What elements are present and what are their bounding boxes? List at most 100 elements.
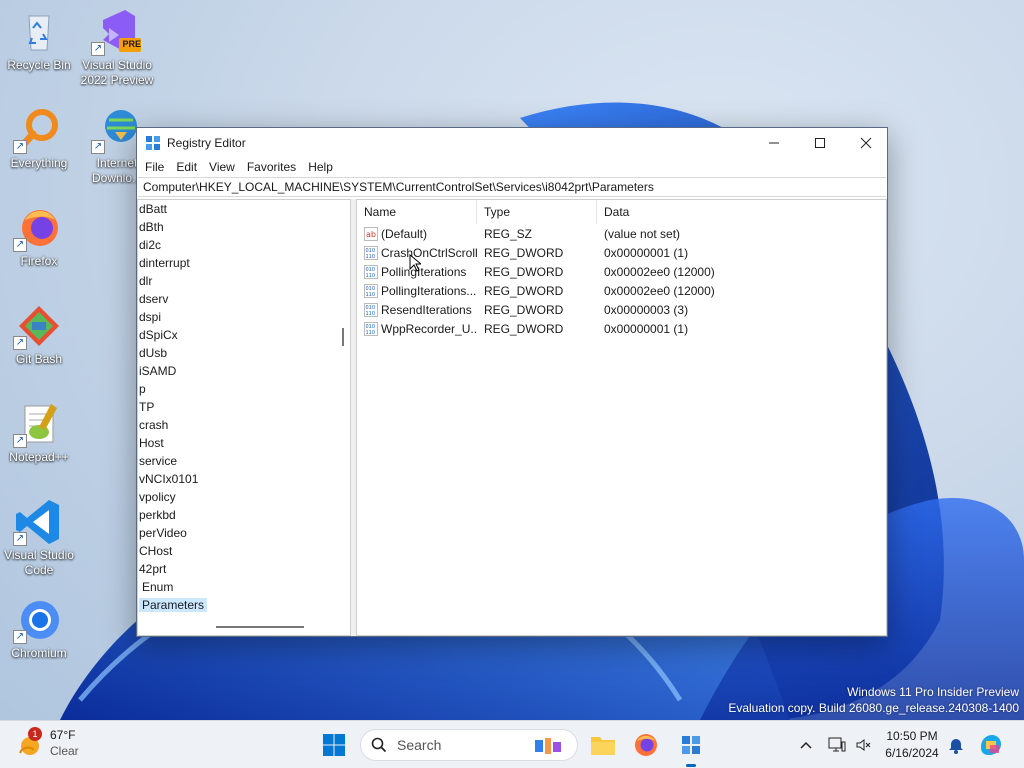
menu-file[interactable]: File [139, 160, 170, 174]
menu-help[interactable]: Help [302, 160, 339, 174]
value-type: REG_DWORD [484, 283, 564, 298]
column-header-data[interactable]: Data [597, 200, 886, 224]
address-path[interactable]: Computer\HKEY_LOCAL_MACHINE\SYSTEM\Curre… [143, 180, 654, 194]
tree-item[interactable]: dBth [138, 218, 350, 236]
minimize-icon [769, 142, 779, 143]
folder-icon [591, 737, 615, 755]
desktop-icon-notepad-plus[interactable]: ↗ Notepad++ [1, 400, 77, 465]
close-button[interactable] [843, 128, 889, 157]
value-row[interactable]: 010 110 ResendIterations REG_DWORD 0x0000… [357, 300, 886, 319]
tree-horizontal-scrollbar[interactable] [138, 617, 335, 635]
minimize-button[interactable] [751, 128, 797, 157]
tree-item[interactable]: perkbd [138, 506, 350, 524]
column-header-name[interactable]: Name [357, 200, 477, 224]
scrollbar-thumb[interactable] [342, 328, 344, 346]
taskbar-file-explorer[interactable] [587, 729, 619, 761]
svg-text:110: 110 [366, 273, 376, 279]
value-data: 0x00002ee0 (12000) [604, 283, 715, 298]
registry-editor-icon [682, 736, 700, 754]
address-bar[interactable]: Computer\HKEY_LOCAL_MACHINE\SYSTEM\Curre… [138, 177, 886, 197]
desktop-icon-visual-studio[interactable]: PRE ↗ Visual Studio 2022 Preview [79, 8, 155, 88]
tree-item[interactable]: perVideo [138, 524, 350, 542]
tree-item[interactable]: dUsb [138, 344, 350, 362]
maximize-icon [815, 137, 825, 148]
tree-item[interactable]: iSAMD [138, 362, 350, 380]
tree-item[interactable]: Host [138, 434, 350, 452]
value-row[interactable]: 010 110 WppRecorder_U... REG_DWORD 0x0000… [357, 319, 886, 338]
tree-item[interactable]: CHost [138, 542, 350, 560]
desktop-icon-label: Notepad++ [9, 450, 69, 464]
svg-text:110: 110 [366, 292, 376, 298]
desktop-icon-git-bash[interactable]: ↗ Git Bash [1, 302, 77, 367]
value-type: REG_DWORD [484, 264, 564, 279]
panes: dBatt dBth di2c dinterrupt dlr dserv dsp… [137, 199, 887, 636]
tree-item[interactable]: dinterrupt [138, 254, 350, 272]
tree-item[interactable]: p [138, 380, 350, 398]
menu-favorites[interactable]: Favorites [241, 160, 302, 174]
registry-editor-window: Registry Editor File Edit View Favorites… [136, 127, 888, 637]
tree-item[interactable]: dserv [138, 290, 350, 308]
desktop-icon-firefox[interactable]: ↗ Firefox [1, 204, 77, 269]
notification-badge: 1 [28, 727, 42, 741]
tree-item[interactable]: dlr [138, 272, 350, 290]
value-row[interactable]: 010 110 CrashOnCtrlScroll REG_DWORD 0x000… [357, 243, 886, 262]
weather-widget[interactable]: 1 67°F Clear [14, 727, 79, 761]
active-app-indicator [686, 764, 696, 767]
value-data: 0x00000001 (1) [604, 245, 689, 260]
tree-item[interactable]: dBatt [138, 200, 350, 218]
menu-edit[interactable]: Edit [170, 160, 203, 174]
tree-item[interactable]: dspi [138, 308, 350, 326]
desktop-icon-label: Everything [10, 156, 68, 170]
maximize-button[interactable] [797, 128, 843, 157]
tree-vertical-scrollbar[interactable] [336, 200, 350, 618]
column-header-type[interactable]: Type [477, 200, 597, 224]
chromium-icon: ↗ [13, 596, 65, 644]
value-name: (Default) [381, 226, 428, 241]
value-type: REG_DWORD [484, 245, 564, 260]
desktop-icon-label: Internet Downlo... [91, 156, 143, 185]
taskbar-search-box[interactable]: Search [360, 729, 578, 761]
value-row[interactable]: ab (Default) REG_SZ (value not set) [357, 224, 886, 243]
title-bar[interactable]: Registry Editor [137, 128, 887, 157]
copilot-button[interactable] [975, 729, 1007, 761]
desktop-icon-chromium[interactable]: ↗ Chromium [1, 596, 77, 661]
shortcut-arrow-icon: ↗ [13, 532, 27, 546]
desktop-icon-label: Visual Studio 2022 Preview [80, 58, 154, 87]
value-name: PollingIterations... [381, 283, 477, 298]
tree-item[interactable]: service [138, 452, 350, 470]
start-button[interactable] [318, 729, 350, 761]
tree-item[interactable]: TP [138, 398, 350, 416]
value-name: ResendIterations [381, 302, 472, 317]
tree-item[interactable]: Enum [138, 578, 350, 596]
tree-item[interactable]: vNCIx0101 [138, 470, 350, 488]
show-hidden-icons-button[interactable] [790, 729, 822, 761]
firefox-icon: ↗ [13, 204, 65, 252]
tree-item[interactable]: dSpiCx [138, 326, 350, 344]
value-type: REG_DWORD [484, 321, 564, 336]
tree-item[interactable]: 42prt [138, 560, 350, 578]
value-row[interactable]: 010 110 PollingIterations REG_DWORD 0x000… [357, 262, 886, 281]
value-data: 0x00000003 (3) [604, 302, 689, 317]
desktop-icon-recycle-bin[interactable]: Recycle Bin [1, 8, 77, 73]
notepad-plus-icon: ↗ [13, 400, 65, 448]
watermark-line1: Windows 11 Pro Insider Preview [847, 685, 1019, 699]
notifications-button[interactable] [940, 729, 972, 761]
tree-item[interactable]: di2c [138, 236, 350, 254]
chevron-up-icon [800, 741, 812, 749]
scrollbar-thumb[interactable] [216, 626, 304, 628]
shortcut-arrow-icon: ↗ [13, 630, 27, 644]
tree-item[interactable]: vpolicy [138, 488, 350, 506]
tree-item[interactable]: crash [138, 416, 350, 434]
desktop-icon-label: Recycle Bin [7, 58, 71, 72]
desktop-icon-vscode[interactable]: ↗ Visual Studio Code [1, 498, 77, 578]
value-type: REG_SZ [484, 226, 533, 241]
recycle-bin-icon [13, 8, 65, 56]
menu-view[interactable]: View [203, 160, 241, 174]
taskbar-firefox[interactable] [630, 729, 662, 761]
tree-item-selected[interactable]: Parameters [138, 596, 350, 614]
value-data: 0x00002ee0 (12000) [604, 264, 715, 279]
shortcut-arrow-icon: ↗ [13, 140, 27, 154]
taskbar-registry-editor[interactable] [675, 729, 707, 767]
value-row[interactable]: 010 110 PollingIterations... REG_DWORD 0x… [357, 281, 886, 300]
desktop-icon-everything[interactable]: ↗ Everything [1, 106, 77, 171]
